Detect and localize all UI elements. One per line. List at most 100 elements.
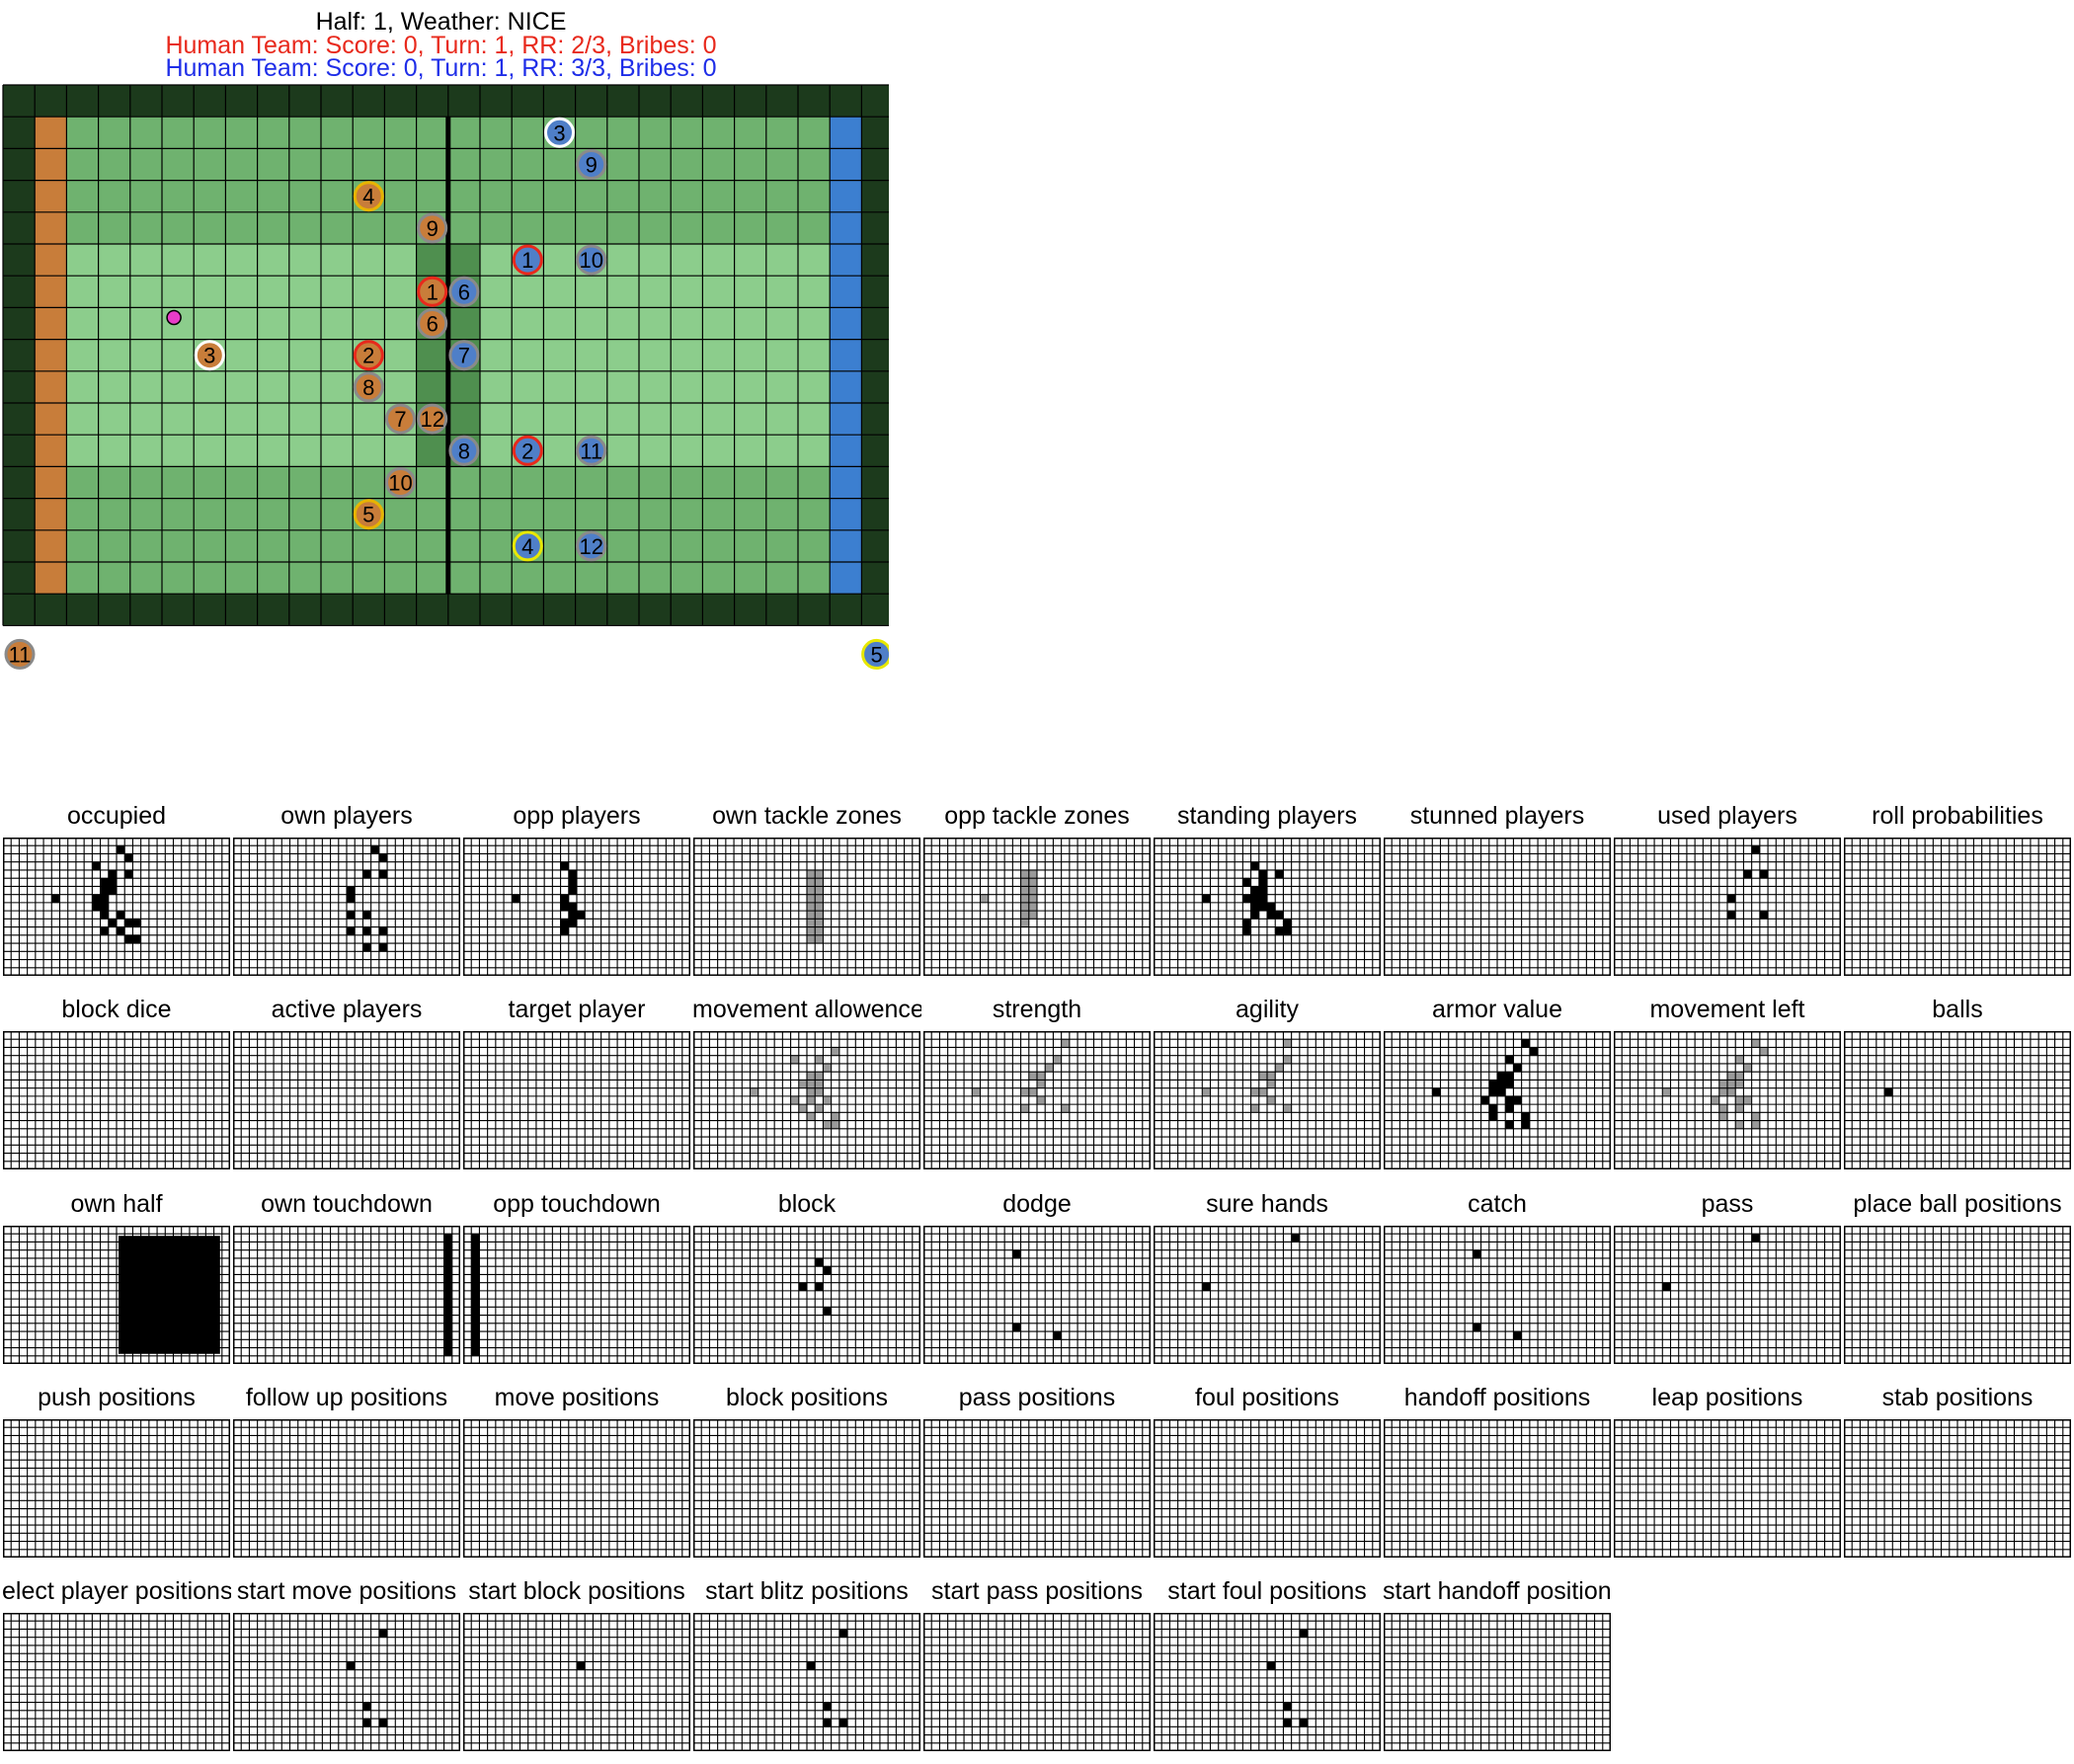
pitch-square[interactable] [257,117,289,149]
pitch-square[interactable] [447,529,480,562]
pitch-square[interactable] [798,466,831,499]
pitch-square[interactable] [830,370,862,403]
pitch-square[interactable] [575,276,607,308]
pitch-square[interactable] [765,403,798,436]
pitch-square[interactable] [639,307,672,340]
pitch-square[interactable] [480,562,513,595]
pitch-square[interactable] [35,244,67,277]
pitch-square[interactable] [162,148,195,181]
pitch-square[interactable] [194,370,226,403]
pitch-square[interactable] [512,562,544,595]
pitch-square[interactable] [129,403,162,436]
pitch-square[interactable] [321,562,354,595]
pitch-square[interactable] [353,211,385,244]
pitch-square[interactable] [765,498,798,530]
pitch-square[interactable] [129,339,162,371]
pitch-square[interactable] [798,148,831,181]
pitch-square[interactable] [98,562,130,595]
pitch-square[interactable] [225,339,258,371]
pitch-square[interactable] [543,148,576,181]
pitch-square[interactable] [35,562,67,595]
pitch-square[interactable] [98,180,130,212]
pitch-square[interactable] [830,148,862,181]
pitch-square[interactable] [480,529,513,562]
pitch-square[interactable] [671,307,703,340]
pitch-square[interactable] [798,276,831,308]
pitch-square[interactable] [447,403,480,436]
pitch-square[interactable] [480,148,513,181]
orange-player-2[interactable]: 2 [353,340,384,371]
pitch-square[interactable] [353,435,385,467]
pitch-square[interactable] [671,180,703,212]
pitch-square[interactable] [162,276,195,308]
orange-player-1[interactable]: 1 [417,276,448,307]
pitch-square[interactable] [225,562,258,595]
pitch-square[interactable] [288,211,321,244]
pitch-square[interactable] [353,529,385,562]
pitch-square[interactable] [798,370,831,403]
pitch-square[interactable] [639,498,672,530]
pitch-square[interactable] [129,498,162,530]
pitch-square[interactable] [543,211,576,244]
pitch-square[interactable] [830,435,862,467]
pitch-square[interactable] [447,562,480,595]
pitch-square[interactable] [321,370,354,403]
pitch-square[interactable] [734,117,766,149]
blue-player-8[interactable]: 8 [448,435,480,466]
pitch-square[interactable] [830,117,862,149]
pitch-square[interactable] [194,276,226,308]
pitch-square[interactable] [288,529,321,562]
pitch-square[interactable] [225,435,258,467]
pitch-square[interactable] [639,370,672,403]
pitch-square[interactable] [225,403,258,436]
pitch-square[interactable] [353,562,385,595]
pitch-square[interactable] [671,466,703,499]
pitch-square[interactable] [671,244,703,277]
pitch-square[interactable] [512,370,544,403]
pitch-square[interactable] [543,244,576,277]
pitch-square[interactable] [606,403,639,436]
pitch-square[interactable] [288,339,321,371]
pitch-square[interactable] [257,180,289,212]
pitch-square[interactable] [765,307,798,340]
pitch-square[interactable] [129,466,162,499]
pitch-square[interactable] [575,180,607,212]
pitch-square[interactable] [765,117,798,149]
pitch-square[interactable] [734,403,766,436]
pitch-square[interactable] [98,339,130,371]
pitch-square[interactable] [66,562,99,595]
pitch-square[interactable] [66,529,99,562]
pitch-square[interactable] [606,307,639,340]
pitch-square[interactable] [194,307,226,340]
pitch-square[interactable] [162,403,195,436]
pitch-square[interactable] [66,276,99,308]
pitch-square[interactable] [830,244,862,277]
pitch-square[interactable] [98,276,130,308]
pitch-square[interactable] [734,498,766,530]
pitch-square[interactable] [288,435,321,467]
pitch-square[interactable] [702,466,735,499]
pitch-square[interactable] [129,244,162,277]
blue-player-12[interactable]: 12 [576,530,607,562]
pitch-square[interactable] [162,370,195,403]
pitch-square[interactable] [162,466,195,499]
pitch-square[interactable] [512,466,544,499]
pitch-square[interactable] [734,370,766,403]
pitch-square[interactable] [257,307,289,340]
pitch-square[interactable] [606,562,639,595]
pitch-square[interactable] [288,498,321,530]
pitch-square[interactable] [798,339,831,371]
pitch-square[interactable] [129,211,162,244]
orange-player-6[interactable]: 6 [417,308,448,339]
pitch-square[interactable] [575,117,607,149]
pitch-square[interactable] [66,435,99,467]
pitch-square[interactable] [384,211,417,244]
pitch-square[interactable] [512,339,544,371]
pitch-square[interactable] [480,370,513,403]
pitch-square[interactable] [480,180,513,212]
pitch-square[interactable] [225,307,258,340]
pitch-square[interactable] [257,276,289,308]
pitch-square[interactable] [734,244,766,277]
pitch-square[interactable] [480,403,513,436]
pitch-square[interactable] [606,339,639,371]
